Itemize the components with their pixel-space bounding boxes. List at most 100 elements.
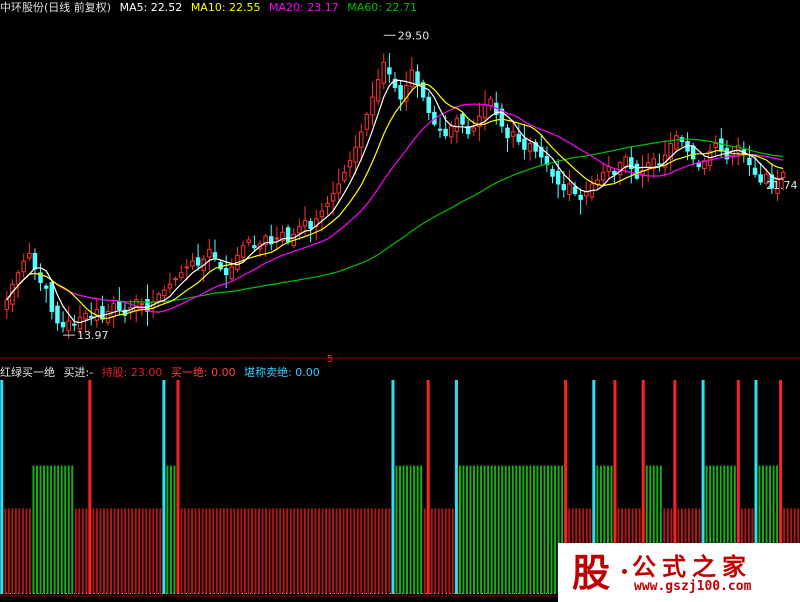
candle-body bbox=[381, 61, 386, 84]
red-bar bbox=[205, 508, 208, 594]
candle-body bbox=[347, 160, 353, 168]
green-bar bbox=[409, 465, 412, 594]
candle-body bbox=[229, 266, 235, 280]
stock-chart[interactable]: 29.50 13.97 21.74 5 bbox=[0, 0, 800, 602]
red-bar bbox=[314, 508, 317, 594]
baseline-dot bbox=[206, 593, 207, 594]
candle bbox=[404, 71, 409, 112]
candle bbox=[178, 264, 184, 281]
candle-body bbox=[342, 171, 347, 181]
baseline-dot bbox=[402, 593, 403, 594]
candle bbox=[420, 79, 426, 102]
baseline-dot bbox=[218, 593, 219, 594]
green-bar bbox=[494, 465, 497, 594]
red-bar bbox=[113, 508, 116, 594]
red-bar bbox=[25, 508, 28, 594]
baseline-dot bbox=[282, 593, 283, 594]
red-bar bbox=[180, 508, 183, 594]
baseline-dot bbox=[118, 593, 119, 594]
candle-body bbox=[359, 131, 364, 148]
green-bar bbox=[32, 465, 35, 594]
baseline-dot bbox=[98, 593, 99, 594]
red-bar bbox=[356, 508, 359, 594]
candle-body bbox=[178, 272, 184, 279]
candle-body bbox=[696, 163, 702, 168]
baseline-dot bbox=[178, 593, 179, 594]
baseline-dot bbox=[246, 593, 247, 594]
buy-label: 买进:- bbox=[63, 366, 94, 379]
red-bar bbox=[85, 508, 88, 594]
high-label: 29.50 bbox=[398, 29, 430, 42]
red-bar bbox=[423, 508, 426, 594]
baseline-dot bbox=[386, 593, 387, 594]
baseline-dot bbox=[398, 593, 399, 594]
candle-body bbox=[600, 171, 606, 181]
baseline-dot bbox=[530, 593, 531, 594]
candle bbox=[381, 53, 386, 90]
baseline-dot bbox=[522, 593, 523, 594]
candle bbox=[426, 91, 431, 120]
candle bbox=[719, 127, 724, 158]
green-bar bbox=[522, 465, 525, 594]
baseline-dot bbox=[222, 593, 223, 594]
candle bbox=[674, 130, 679, 153]
candlestick-panel[interactable]: 29.50 13.97 21.74 5 bbox=[4, 29, 798, 365]
red-bar bbox=[106, 508, 109, 594]
candle-body bbox=[274, 237, 280, 240]
red-bar bbox=[21, 508, 24, 594]
last-price-label: 21.74 bbox=[766, 179, 798, 192]
ma20-line bbox=[6, 103, 784, 313]
baseline-dot bbox=[342, 593, 343, 594]
ma60-label: MA60: 22.71 bbox=[347, 1, 417, 14]
baseline-dot bbox=[550, 593, 551, 594]
red-bar bbox=[448, 508, 451, 594]
red-bar bbox=[236, 508, 239, 594]
baseline-dot bbox=[278, 593, 279, 594]
red-bar bbox=[4, 508, 7, 594]
candle-body bbox=[555, 170, 561, 185]
indicator-header: 红绿买一绝 买进:- 持股: 23.00 买一绝: 0.00 堪称卖绝: 0.0… bbox=[0, 366, 325, 380]
baseline-dot bbox=[554, 593, 555, 594]
baseline-dot bbox=[482, 593, 483, 594]
baseline-dot bbox=[194, 593, 195, 594]
sell-label: 堪称卖绝: 0.00 bbox=[244, 366, 320, 379]
logo-dot-icon bbox=[622, 569, 627, 574]
candle-body bbox=[212, 252, 218, 258]
red-bar bbox=[212, 508, 215, 594]
baseline-dot bbox=[78, 593, 79, 594]
candle bbox=[387, 52, 392, 83]
baseline-dot bbox=[514, 593, 515, 594]
green-bar bbox=[395, 465, 398, 594]
candle bbox=[133, 294, 139, 323]
baseline-dot bbox=[210, 593, 211, 594]
red-bar bbox=[381, 508, 384, 594]
red-bar bbox=[117, 508, 120, 594]
candle bbox=[364, 111, 370, 137]
candle-body bbox=[156, 293, 161, 302]
red-bar bbox=[300, 508, 303, 594]
baseline-dot bbox=[130, 593, 131, 594]
baseline-dot bbox=[262, 593, 263, 594]
candle-body bbox=[758, 174, 763, 183]
candle-body bbox=[325, 202, 330, 208]
site-logo: 股 公式之家 www.gszj100.com bbox=[558, 543, 800, 602]
candle-body bbox=[561, 184, 567, 191]
baseline-dot bbox=[518, 593, 519, 594]
candle bbox=[499, 103, 505, 133]
green-bar bbox=[543, 465, 546, 594]
candle-body bbox=[83, 312, 88, 320]
candle bbox=[173, 276, 178, 286]
red-bar bbox=[332, 508, 335, 594]
baseline-dot bbox=[370, 593, 371, 594]
baseline-dot bbox=[86, 593, 87, 594]
red-bar bbox=[286, 508, 289, 594]
candle bbox=[370, 81, 375, 126]
red-bar bbox=[92, 508, 95, 594]
baseline-dot bbox=[58, 593, 59, 594]
candle bbox=[696, 159, 702, 171]
baseline-dot bbox=[486, 593, 487, 594]
candle bbox=[190, 252, 195, 270]
baseline-dot bbox=[358, 593, 359, 594]
green-bar bbox=[416, 465, 419, 594]
red-bar bbox=[251, 508, 253, 594]
